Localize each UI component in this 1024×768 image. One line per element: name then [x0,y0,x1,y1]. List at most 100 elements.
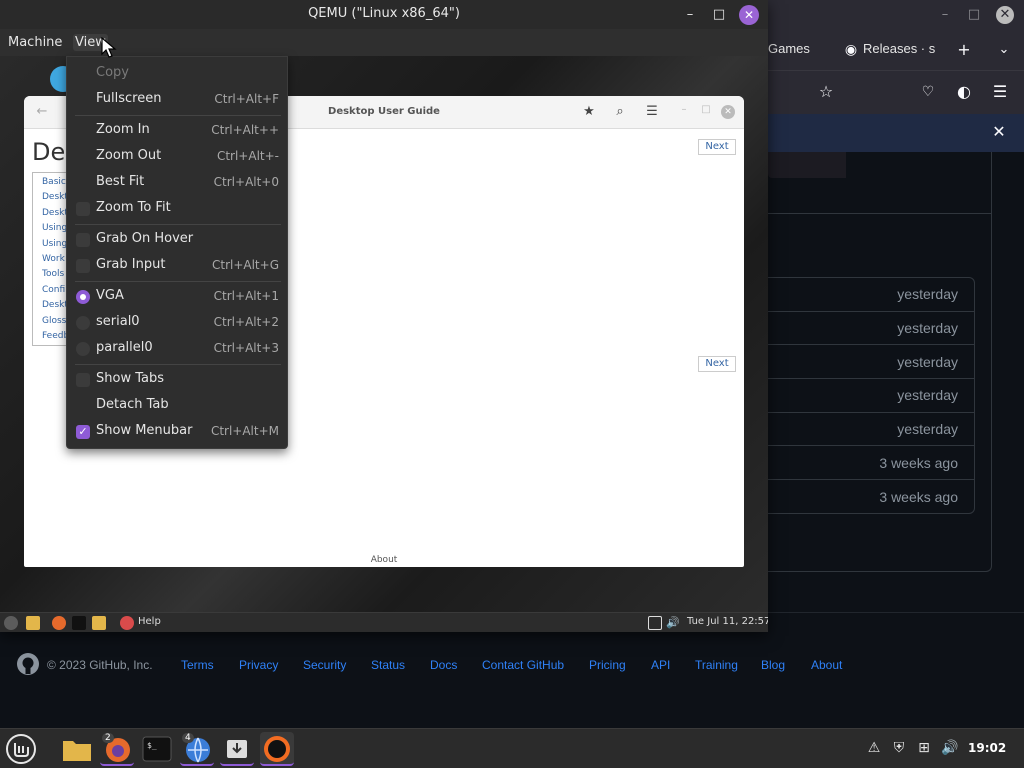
menu-item-copy[interactable]: Copy [67,61,287,87]
terminal-icon: $_ [142,736,172,762]
taskbar-files[interactable] [60,732,94,766]
list-item[interactable]: 3 weeks ago [768,446,974,481]
checkbox-icon [76,259,90,273]
github-logo-icon[interactable] [16,652,40,676]
download-icon [227,740,247,758]
footer-link-docs[interactable]: Docs [430,658,457,672]
list-item[interactable]: yesterday [768,379,974,413]
footer-link-terms[interactable]: Terms [181,658,214,672]
maximize-icon[interactable]: □ [709,5,729,25]
menu-item-zoom-to-fit[interactable]: Zoom To Fit [67,196,287,222]
new-tab-icon[interactable]: + [953,40,975,62]
menu-machine[interactable]: Machine [6,34,64,51]
window-count-badge: 4 [182,733,194,743]
menu-item-parallel0[interactable]: parallel0 Ctrl+Alt+3 [67,336,287,362]
footer-link-status[interactable]: Status [371,658,405,672]
menu-separator [75,115,281,116]
bookmark-star-icon[interactable]: ★ [580,104,598,119]
guest-firefox-icon[interactable] [52,616,66,630]
qemu-icon [264,736,290,762]
list-item[interactable]: yesterday [768,413,974,447]
guest-files-icon[interactable] [26,616,40,630]
guest-help-task-label[interactable]: Help [138,616,161,627]
guest-clock[interactable]: Tue Jul 11, 22:57 [687,616,768,627]
close-icon[interactable]: ✕ [739,5,759,25]
guest-folder-icon[interactable] [92,616,106,630]
pocket-icon[interactable]: ♡ [917,82,939,104]
network-icon[interactable]: ⊞ [915,740,933,756]
taskbar-firefox[interactable]: 2 [100,732,134,766]
checkbox-icon [76,373,90,387]
mint-menu-icon[interactable] [5,733,37,765]
guest-terminal-icon[interactable] [72,616,86,630]
app-menu-icon[interactable]: ☰ [989,82,1011,104]
notification-icon[interactable]: ⚠ [865,740,883,756]
search-icon[interactable]: ⌕ [611,104,629,119]
taskbar-downloader[interactable] [220,732,254,766]
list-item[interactable]: yesterday [768,312,974,346]
footer-link-training[interactable]: Training [695,658,738,672]
footer-link-contact[interactable]: Contact GitHub [482,658,564,672]
footer-link-security[interactable]: Security [303,658,346,672]
menu-separator [75,224,281,225]
taskbar-web-browser[interactable]: 4 [180,732,214,766]
menu-item-detach-tab[interactable]: Detach Tab [67,393,287,419]
checkbox-icon [76,202,90,216]
footer-link-about[interactable]: About [811,658,842,672]
list-item[interactable]: 3 weeks ago [768,480,974,514]
list-tabs-chevron-down-icon[interactable]: ⌄ [993,40,1015,62]
tab-releases[interactable]: Releases · s [863,41,935,56]
list-item[interactable]: yesterday [768,278,974,312]
about-link[interactable]: About [24,555,744,565]
taskbar-terminal[interactable]: $_ [140,732,174,766]
footer-link-privacy[interactable]: Privacy [239,658,278,672]
minimize-icon[interactable]: – [680,5,700,25]
radio-icon [76,316,90,330]
browser-minimize-icon[interactable]: – [936,6,954,24]
taskbar-clock[interactable]: 19:02 [968,741,1006,755]
next-button-top[interactable]: Next [698,139,736,155]
bookmark-star-icon[interactable]: ☆ [815,82,837,104]
menu-item-show-menubar[interactable]: ✓ Show Menubar Ctrl+Alt+M [67,419,287,445]
window-count-badge: 2 [102,733,114,743]
radio-icon [76,342,90,356]
menu-item-serial0[interactable]: serial0 Ctrl+Alt+2 [67,310,287,336]
browser-close-icon[interactable]: ✕ [996,6,1014,24]
next-button-bottom[interactable]: Next [698,356,736,372]
menu-separator [75,364,281,365]
account-icon[interactable]: ◐ [953,82,975,104]
host-taskbar: 2 $_ 4 ⚠ ⛨ ⊞ 🔊 19:02 [0,728,1024,768]
volume-icon[interactable]: 🔊 [941,740,959,756]
menu-item-best-fit[interactable]: Best Fit Ctrl+Alt+0 [67,170,287,196]
menu-item-show-tabs[interactable]: Show Tabs [67,367,287,393]
list-item[interactable]: yesterday [768,345,974,380]
browser-maximize-icon[interactable]: □ [965,6,983,24]
tab-games[interactable]: Games [768,41,810,56]
guest-help-icon[interactable] [120,616,134,630]
shield-icon[interactable]: ⛨ [890,740,908,756]
divider [768,213,992,214]
footer-link-blog[interactable]: Blog [761,658,785,672]
help-close-icon[interactable]: ✕ [721,105,735,119]
menu-item-grab-input[interactable]: Grab Input Ctrl+Alt+G [67,253,287,279]
footer-link-api[interactable]: API [651,658,670,672]
guest-volume-icon[interactable]: 🔊 [666,616,680,629]
guest-panel: Help 🔊 Tue Jul 11, 22:57 [0,612,768,632]
guest-tray-icon[interactable] [648,616,662,630]
menu-item-grab-on-hover[interactable]: Grab On Hover [67,227,287,253]
menu-item-zoom-out[interactable]: Zoom Out Ctrl+Alt+- [67,144,287,170]
notification-close-icon[interactable]: ✕ [988,122,1010,144]
github-icon: ◉ [844,42,858,58]
menu-icon[interactable]: ☰ [643,104,661,119]
qemu-titlebar[interactable]: QEMU ("Linux x86_64") – □ ✕ [0,0,768,29]
help-minimize-icon[interactable]: – [675,104,693,115]
guest-menu-icon[interactable] [4,616,18,630]
menu-item-zoom-in[interactable]: Zoom In Ctrl+Alt++ [67,118,287,144]
footer-link-pricing[interactable]: Pricing [589,658,626,672]
menu-item-vga[interactable]: VGA Ctrl+Alt+1 [67,284,287,310]
releases-list: yesterday yesterday yesterday yesterday … [768,277,975,514]
menu-item-fullscreen[interactable]: Fullscreen Ctrl+Alt+F [67,87,287,113]
svg-text:$_: $_ [147,741,157,750]
taskbar-qemu[interactable] [260,732,294,766]
help-maximize-icon[interactable]: □ [697,104,715,115]
